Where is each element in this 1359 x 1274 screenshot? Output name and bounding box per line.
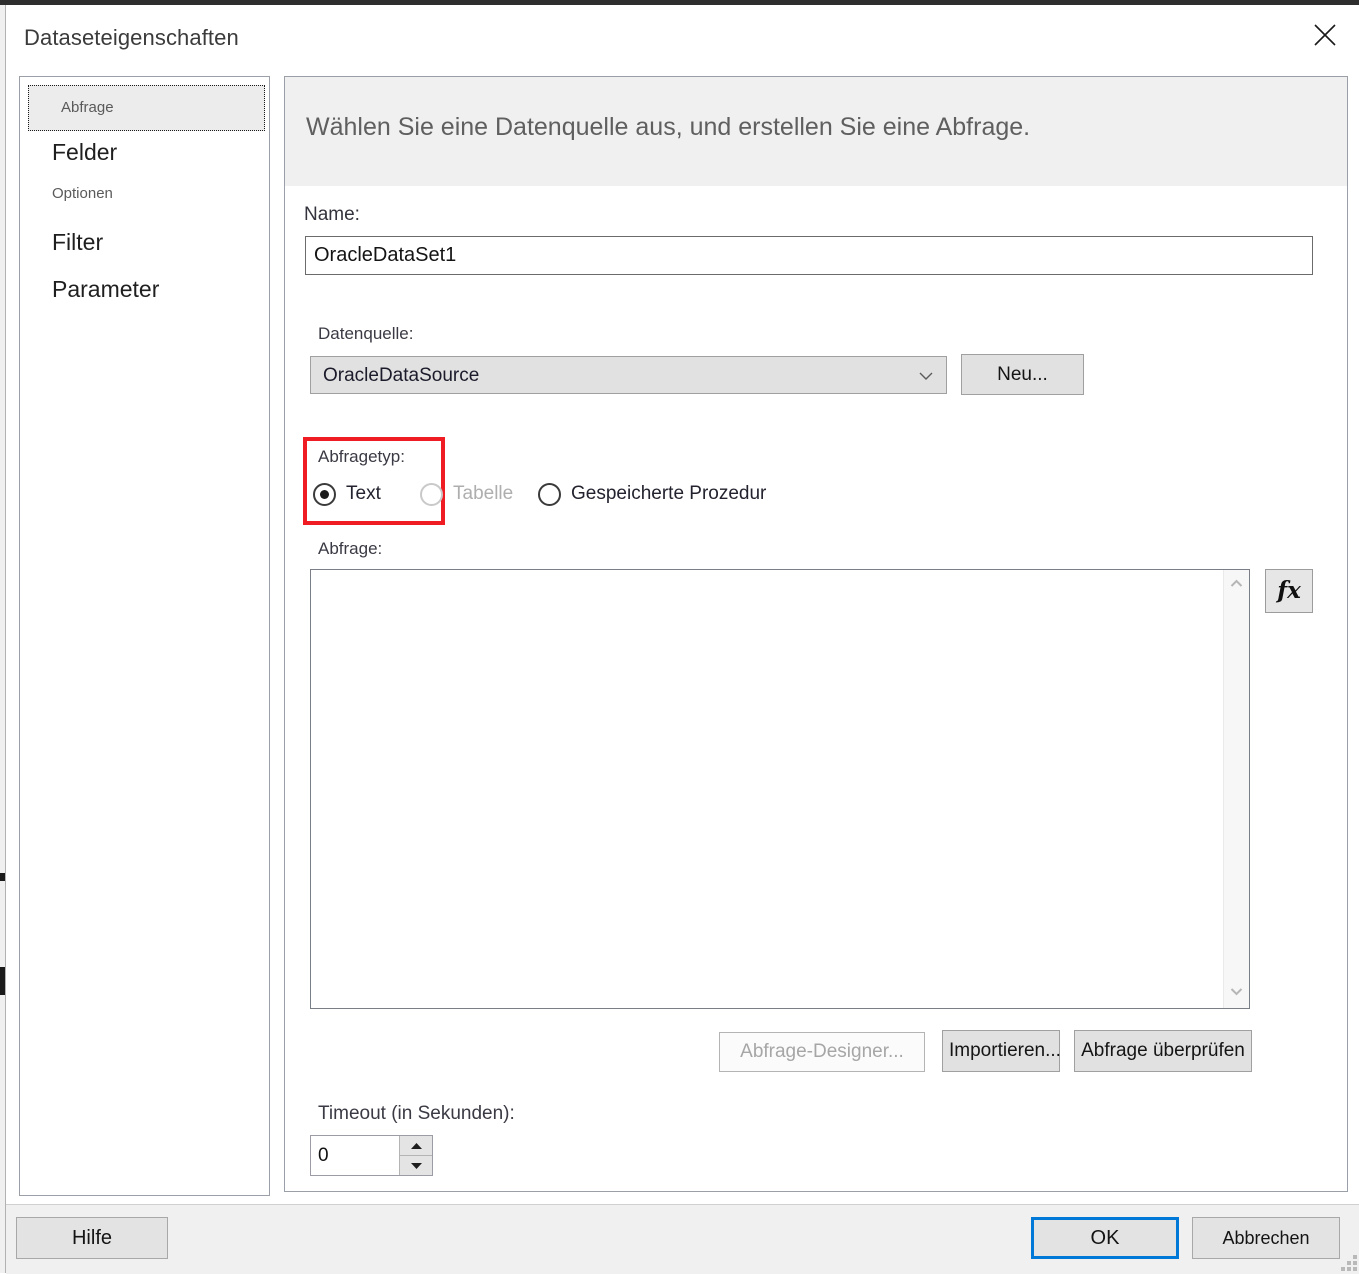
chevron-down-icon [918,369,934,381]
chevron-up-icon[interactable] [1224,574,1249,596]
timeout-spinner-buttons [399,1136,432,1175]
navigation-list: Abfrage Felder Optionen Filter Parameter [20,77,269,304]
radio-label-prozedur: Gespeicherte Prozedur [571,483,767,504]
help-button[interactable]: Hilfe [16,1217,168,1259]
spinner-up-icon[interactable] [400,1136,432,1156]
radio-icon-disabled [420,483,443,506]
close-button[interactable] [1299,9,1351,57]
sidebar-item-optionen[interactable]: Optionen [52,181,269,207]
timeout-stepper [310,1135,433,1176]
sidebar-item-felder[interactable]: Felder [52,137,269,167]
sidebar-item-filter[interactable]: Filter [52,227,269,257]
panel-header-band: Wählen Sie eine Datenquelle aus, und ers… [285,77,1347,186]
datasource-selected-value: OracleDataSource [323,365,480,386]
verify-query-button[interactable]: Abfrage überprüfen [1074,1030,1252,1072]
radio-label-text: Text [346,483,381,504]
sidebar-item-parameter[interactable]: Parameter [52,274,269,304]
close-icon [1299,23,1351,47]
radio-label-tabelle: Tabelle [453,483,514,504]
datasource-label: Datenquelle: [318,324,414,343]
timeout-label: Timeout (in Sekunden): [318,1103,515,1124]
main-content-panel: Wählen Sie eine Datenquelle aus, und ers… [284,76,1348,1192]
name-label: Name: [304,204,360,225]
query-scrollbar[interactable] [1223,570,1249,1008]
dataset-properties-dialog: Dataseteigenschaften Abfrage Felder Opti… [5,5,1359,1274]
querytype-label: Abfragetyp: [318,447,405,466]
radio-icon-selected [313,483,336,506]
new-datasource-button[interactable]: Neu... [961,354,1084,395]
radio-icon-unselected [538,483,561,506]
function-icon: fx [1277,577,1301,604]
navigation-sidebar: Abfrage Felder Optionen Filter Parameter [19,76,270,1196]
dialog-title: Dataseteigenschaften [24,25,239,50]
spinner-down-icon[interactable] [400,1156,432,1175]
import-button[interactable]: Importieren... [942,1030,1061,1072]
query-label: Abfrage: [318,539,383,558]
expression-button[interactable]: fx [1265,569,1313,613]
panel-header-text: Wählen Sie eine Datenquelle aus, und ers… [306,113,1031,141]
cancel-button[interactable]: Abbrechen [1192,1217,1340,1259]
timeout-input[interactable] [311,1136,400,1175]
chevron-down-icon[interactable] [1224,982,1249,1004]
sidebar-item-abfrage[interactable]: Abfrage [28,85,265,131]
dialog-footer: Hilfe OK Abbrechen [6,1204,1359,1274]
ok-button[interactable]: OK [1031,1217,1179,1259]
name-input[interactable] [305,236,1313,275]
query-designer-button: Abfrage-Designer... [719,1032,925,1072]
datasource-select[interactable]: OracleDataSource [310,356,947,394]
dialog-titlebar: Dataseteigenschaften [6,5,1359,71]
query-editor [310,569,1250,1009]
query-textarea[interactable] [311,570,1224,1008]
resize-grip-icon[interactable] [1341,1255,1357,1271]
